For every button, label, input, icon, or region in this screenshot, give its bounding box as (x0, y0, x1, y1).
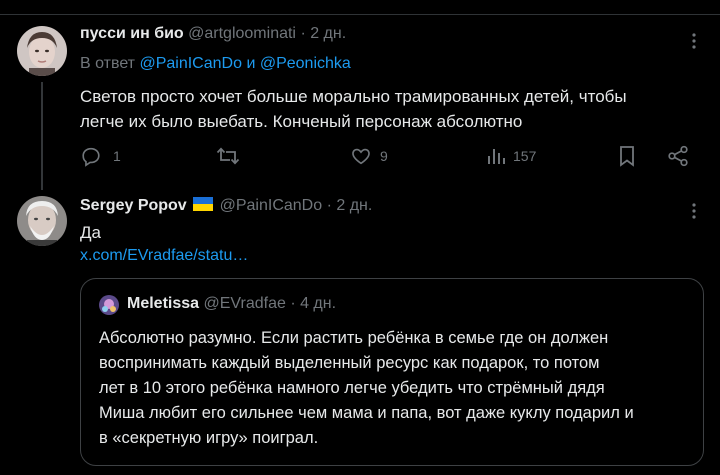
author-handle[interactable]: @PainICanDo (220, 197, 323, 214)
quote-text-line: лет в 10 этого ребёнка намного легче убе… (99, 379, 605, 397)
tweet-text-line: Светов просто хочет больше морально трам… (80, 87, 627, 106)
timestamp[interactable]: · 2 дн. (327, 197, 373, 214)
tweet-text: Да (80, 223, 101, 242)
more-icon[interactable] (688, 32, 700, 50)
retweet-icon (216, 147, 240, 165)
bookmark-button[interactable] (617, 145, 637, 172)
tweet-text-line: легче их было выебать. Конченый персонаж… (80, 112, 523, 131)
reply-icon (82, 147, 100, 167)
author-handle[interactable]: @artgloominati (188, 25, 296, 42)
quote-author-handle[interactable]: @EVradfae (204, 295, 286, 312)
quoted-tweet[interactable]: Meletissa @EVradfae · 4 дн. Абсолютно ра… (80, 278, 704, 466)
timestamp[interactable]: · 2 дн. (300, 25, 346, 42)
avatar-image (17, 26, 67, 76)
reply-context: В ответ @PainICanDo и @Peonichka (80, 55, 351, 73)
more-icon[interactable] (688, 202, 700, 220)
tweet-reply[interactable]: пусси ин био @artgloominati · 2 дн. В от… (0, 0, 720, 190)
author-name[interactable]: Sergey Popov (80, 197, 187, 214)
quote-author-name[interactable]: Meletissa (127, 295, 199, 312)
quote-timestamp[interactable]: · 4 дн. (290, 295, 336, 312)
bookmark-icon (620, 146, 634, 167)
quote-text: Абсолютно разумно. Если растить ребёнка … (99, 326, 634, 451)
avatar[interactable] (17, 196, 67, 246)
like-count: 9 (380, 148, 388, 164)
share-icon (668, 145, 688, 167)
quote-text-line: Абсолютно разумно. Если растить ребёнка … (99, 329, 609, 347)
thread-line (41, 82, 43, 190)
tweet-header: пусси ин био @artgloominati · 2 дн. (80, 25, 346, 43)
like-icon (352, 148, 370, 165)
ukraine-flag-icon (193, 197, 214, 211)
quote-avatar-image (99, 295, 119, 315)
quote-text-line: воспринимать каждый выделенный ресурс ка… (99, 354, 600, 372)
views-icon (488, 149, 505, 164)
reply-mention-2[interactable]: @Peonichka (260, 55, 351, 72)
quote-header: Meletissa @EVradfae · 4 дн. (127, 295, 336, 313)
quote-avatar[interactable] (99, 295, 119, 315)
reply-count: 1 (113, 148, 121, 164)
retweet-button[interactable] (216, 145, 240, 172)
reply-and: и (246, 55, 256, 72)
reply-prefix: В ответ (80, 55, 136, 72)
share-button[interactable] (667, 145, 689, 172)
avatar[interactable] (17, 26, 67, 76)
reply-mention-1[interactable]: @PainICanDo (139, 55, 242, 72)
tweet-header: Sergey Popov @PainICanDo · 2 дн. (80, 197, 372, 215)
avatar-image (17, 196, 67, 246)
tweet-text: Светов просто хочет больше морально трам… (80, 84, 627, 134)
views-count: 157 (513, 148, 537, 164)
tweet-link[interactable]: x.com/EVradfae/statu… (80, 247, 248, 265)
quote-text-line: в «секретную игру» поиграл. (99, 429, 319, 447)
author-name[interactable]: пусси ин био (80, 25, 184, 42)
quote-text-line: Миша любит его сильнее чем мама и папа, … (99, 404, 634, 422)
